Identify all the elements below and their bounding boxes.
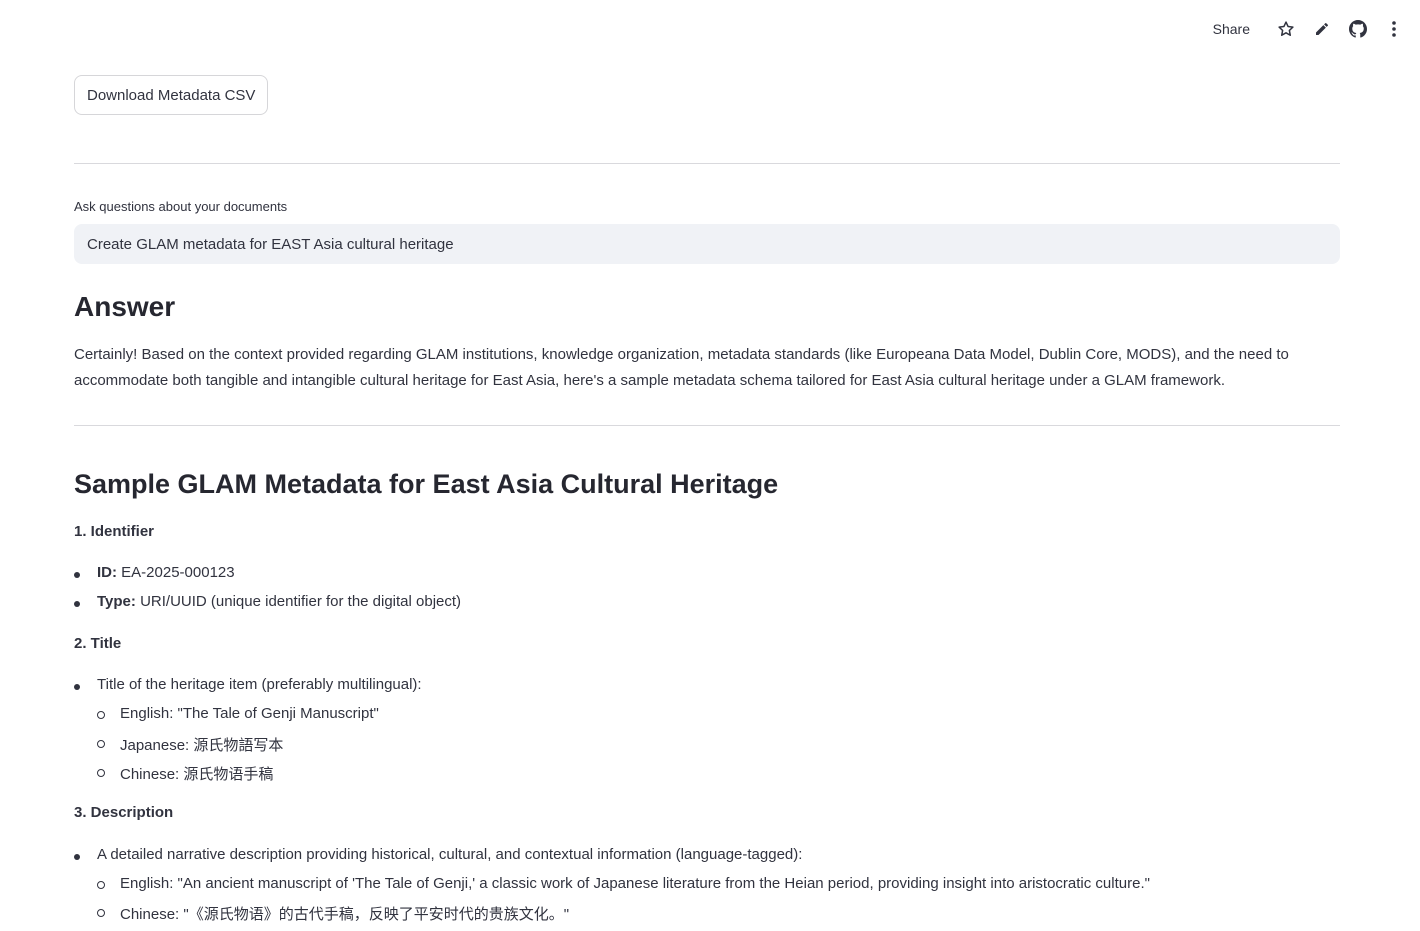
query-label: Ask questions about your documents — [74, 199, 288, 214]
section-title-title: 2. Title — [74, 635, 122, 652]
list-item-id: ID: EA-2025-000123 — [74, 564, 235, 581]
id-value: EA-2025-000123 — [117, 564, 235, 581]
list-item-type: Type: URI/UUID (unique identifier for th… — [74, 593, 462, 610]
query-input-value: Create GLAM metadata for EAST Asia cultu… — [87, 235, 454, 253]
answer-intro: Certainly! Based on the context provided… — [74, 346, 1289, 389]
sub-item-japanese-title: Japanese: 源氏物語写本 — [97, 734, 284, 755]
section-title-description: 3. Description — [74, 804, 174, 821]
bullet — [74, 854, 80, 860]
english-description: English: "An ancient manuscript of 'The … — [120, 875, 1150, 892]
bullet — [97, 881, 105, 889]
bullet — [97, 711, 105, 719]
app-toolbar: Share — [1213, 0, 1420, 58]
sub-item-english-description: English: "An ancient manuscript of 'The … — [97, 875, 1150, 892]
star-icon[interactable] — [1268, 11, 1304, 47]
type-value: URI/UUID (unique identifier for the digi… — [135, 593, 462, 610]
bullet — [74, 572, 80, 578]
section-title-identifier: 1. Identifier — [74, 523, 155, 540]
bullet — [97, 769, 105, 777]
bullet — [74, 601, 80, 607]
chinese-title: Chinese: 源氏物语手稿 — [120, 766, 274, 783]
divider — [74, 163, 1340, 164]
sub-item-chinese-description: Chinese: "《源氏物语》的古代手稿，反映了平安时代的贵族文化。" — [97, 903, 570, 924]
sample-heading: Sample GLAM Metadata for East Asia Cultu… — [74, 469, 779, 499]
bullet — [74, 684, 80, 690]
list-item-description: A detailed narrative description providi… — [74, 846, 803, 863]
github-icon[interactable] — [1340, 11, 1376, 47]
sub-item-chinese-title: Chinese: 源氏物语手稿 — [97, 763, 274, 784]
title-item-text: Title of the heritage item (preferably m… — [97, 676, 422, 693]
japanese-title: Japanese: 源氏物語写本 — [120, 737, 284, 754]
bullet — [97, 740, 105, 748]
chinese-description: Chinese: "《源氏物语》的古代手稿，反映了平安时代的贵族文化。" — [120, 906, 570, 923]
list-item-title: Title of the heritage item (preferably m… — [74, 676, 422, 693]
share-button[interactable]: Share — [1213, 21, 1250, 37]
pencil-icon[interactable] — [1304, 11, 1340, 47]
answer-heading: Answer — [74, 291, 176, 322]
sub-item-english-title: English: "The Tale of Genji Manuscript" — [97, 705, 379, 722]
id-key: ID: — [97, 564, 117, 581]
download-metadata-csv-button[interactable]: Download Metadata CSV — [74, 75, 269, 115]
divider — [74, 425, 1340, 426]
english-title: English: "The Tale of Genji Manuscript" — [120, 705, 379, 722]
type-key: Type: — [97, 593, 136, 610]
more-vertical-icon[interactable] — [1376, 11, 1412, 47]
bullet — [97, 909, 105, 917]
description-item-text: A detailed narrative description providi… — [97, 846, 803, 863]
query-input[interactable]: Create GLAM metadata for EAST Asia cultu… — [74, 224, 1340, 264]
